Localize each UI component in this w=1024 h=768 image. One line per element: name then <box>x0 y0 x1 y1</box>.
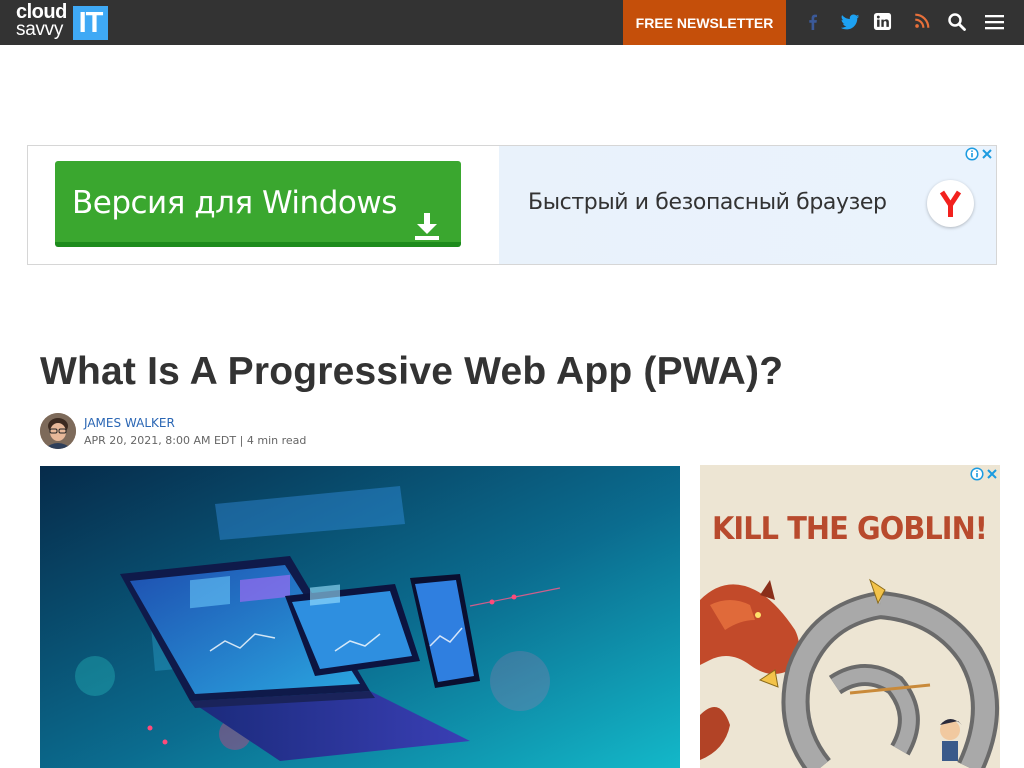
facebook-icon[interactable] <box>803 12 823 32</box>
article-hero-image <box>40 466 680 768</box>
ad-download-label: Версия для Windows <box>72 185 397 221</box>
article-title: What Is A Progressive Web App (PWA)? <box>40 350 784 393</box>
read-time: 4 min read <box>246 434 307 447</box>
ad-left-panel: Версия для Windows <box>28 146 499 264</box>
top-ad-banner[interactable]: Версия для Windows Быстрый и безопасный … <box>27 145 997 265</box>
article-byline-meta: APR 20, 2021, 8:00 AM EDT | 4 min read <box>84 434 306 447</box>
byline-separator: | <box>239 434 244 447</box>
yandex-logo-icon <box>927 180 974 227</box>
logo-it-box: IT <box>73 6 108 40</box>
top-navigation-bar: cloud savvy IT FREE NEWSLETTER <box>0 0 1024 45</box>
ad-info-icon[interactable] <box>965 147 979 161</box>
ad-download-button[interactable]: Версия для Windows <box>55 161 461 247</box>
side-ad-illustration <box>700 578 999 768</box>
side-ad-game[interactable]: KILL THE GOBLIN! <box>700 465 1000 768</box>
logo-wordmark: cloud savvy <box>16 1 67 40</box>
free-newsletter-button[interactable]: FREE NEWSLETTER <box>623 0 786 45</box>
menu-icon[interactable] <box>984 12 1005 32</box>
download-icon <box>413 189 441 240</box>
search-icon[interactable] <box>947 12 967 32</box>
author-avatar[interactable] <box>40 413 76 449</box>
site-logo[interactable]: cloud savvy IT <box>16 1 112 42</box>
publish-date: APR 20, 2021, 8:00 AM EDT <box>84 434 237 447</box>
linkedin-icon[interactable] <box>873 12 893 32</box>
ad-slogan: Быстрый и безопасный браузер <box>528 190 887 215</box>
ad-info-icon[interactable] <box>970 467 984 481</box>
ad-right-panel: Быстрый и безопасный браузер <box>499 146 996 264</box>
rss-icon[interactable] <box>913 12 933 32</box>
author-name-link[interactable]: JAMES WALKER <box>84 416 175 430</box>
ad-close-icon[interactable] <box>985 467 999 481</box>
ad-close-icon[interactable] <box>980 147 994 161</box>
twitter-icon[interactable] <box>840 12 860 32</box>
side-ad-headline: KILL THE GOBLIN! <box>712 511 988 547</box>
